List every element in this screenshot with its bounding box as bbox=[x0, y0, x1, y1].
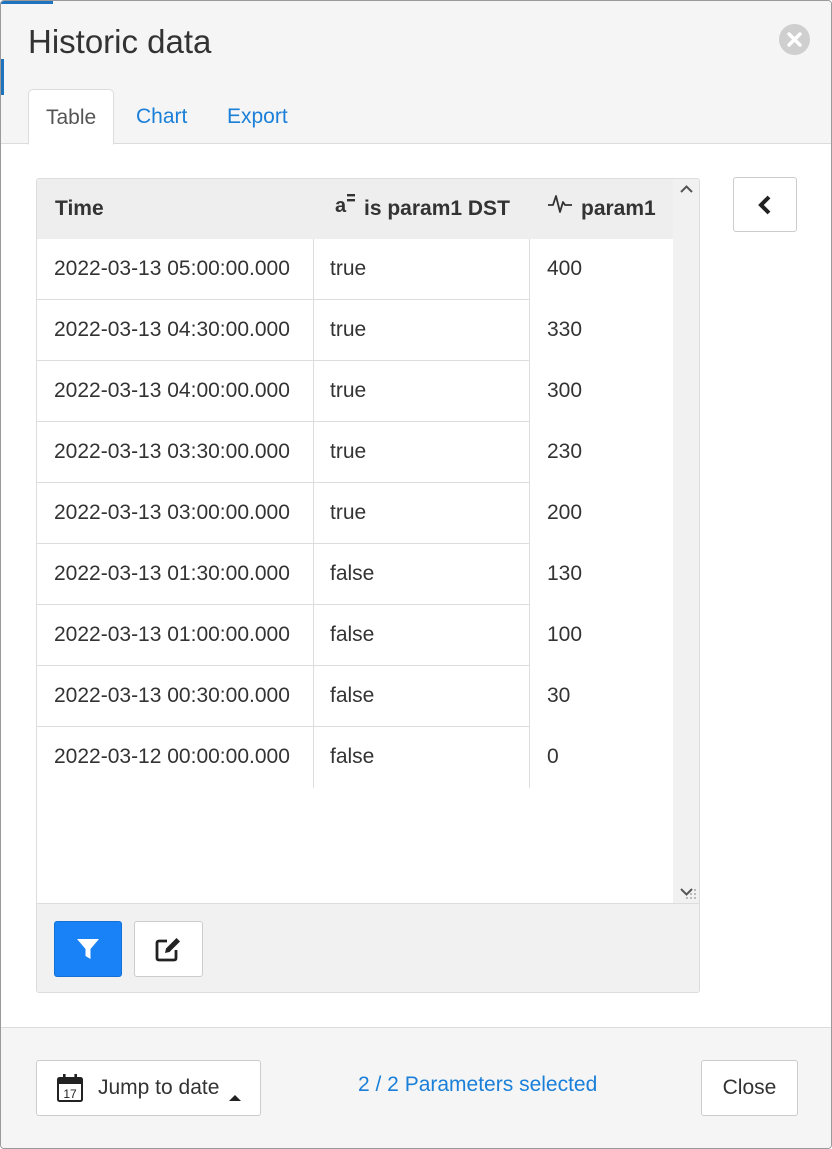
edit-button[interactable] bbox=[134, 921, 203, 977]
cell-time: 2022-03-13 04:00:00.000 bbox=[37, 361, 314, 422]
table-row[interactable]: 2022-03-13 05:00:00.000 true 400 bbox=[37, 239, 673, 300]
grid-toolbar bbox=[37, 903, 699, 992]
cell-value: 330 bbox=[547, 318, 583, 341]
column-header-label: Time bbox=[55, 197, 104, 220]
cell-time: 2022-03-13 04:30:00.000 bbox=[37, 300, 314, 361]
jump-to-date-button[interactable]: 17 Jump to date bbox=[36, 1060, 261, 1116]
close-icon[interactable] bbox=[779, 24, 810, 55]
cell-value: 0 bbox=[547, 745, 559, 768]
accent-strip bbox=[1, 1, 53, 4]
edit-icon bbox=[155, 938, 180, 962]
cell-time: 2022-03-13 03:30:00.000 bbox=[37, 422, 314, 483]
cell-dst: true bbox=[314, 239, 530, 300]
cell-time: 2022-03-13 03:00:00.000 bbox=[37, 483, 314, 544]
cell-time: 2022-03-13 05:00:00.000 bbox=[37, 239, 314, 300]
cell-time: 2022-03-13 01:30:00.000 bbox=[37, 544, 314, 605]
collapse-panel-button[interactable] bbox=[733, 177, 797, 232]
cell-dst: true bbox=[314, 422, 530, 483]
data-grid: Time a is param1 DST param1 2022-03-13 0… bbox=[36, 178, 700, 993]
caret-up-icon bbox=[229, 1084, 241, 1108]
text-value-icon: a bbox=[334, 179, 356, 239]
cell-dst: false bbox=[314, 544, 530, 605]
cell-value: 30 bbox=[547, 684, 571, 707]
signal-waveform-icon bbox=[547, 179, 573, 239]
cell-time: 2022-03-13 01:00:00.000 bbox=[37, 605, 314, 666]
table-row[interactable]: 2022-03-13 04:30:00.000 true 330 bbox=[37, 300, 673, 361]
calendar-icon: 17 bbox=[56, 1073, 84, 1109]
cell-value: 200 bbox=[547, 501, 583, 524]
svg-text:a: a bbox=[335, 195, 347, 215]
dialog-footer: 17 Jump to date 2 / 2 Parameters selecte… bbox=[1, 1027, 831, 1148]
column-header-time[interactable]: Time bbox=[55, 179, 104, 239]
cell-value: 230 bbox=[547, 440, 583, 463]
cell-value: 130 bbox=[547, 562, 583, 585]
cell-dst: false bbox=[314, 666, 530, 727]
dialog-header: Historic data Table Chart Export bbox=[1, 1, 831, 145]
cell-value: 300 bbox=[547, 379, 583, 402]
table-row[interactable]: 2022-03-13 04:00:00.000 true 300 bbox=[37, 361, 673, 422]
cell-value: 100 bbox=[547, 623, 583, 646]
close-button[interactable]: Close bbox=[701, 1060, 798, 1116]
jump-to-date-label: Jump to date bbox=[98, 1076, 220, 1099]
grid-header: Time a is param1 DST param1 bbox=[37, 179, 673, 239]
column-header-label: is param1 DST bbox=[364, 197, 510, 220]
parameters-selected-link[interactable]: 2 / 2 Parameters selected bbox=[358, 1073, 597, 1097]
cell-value: 400 bbox=[547, 257, 583, 280]
table-row[interactable]: 2022-03-13 01:00:00.000 false 100 bbox=[37, 605, 673, 666]
column-header-label: param1 bbox=[581, 197, 656, 220]
table-row[interactable]: 2022-03-12 00:00:00.000 false 0 bbox=[37, 727, 673, 788]
table-row[interactable]: 2022-03-13 01:30:00.000 false 130 bbox=[37, 544, 673, 605]
table-row[interactable]: 2022-03-13 00:30:00.000 false 30 bbox=[37, 666, 673, 727]
cell-dst: true bbox=[314, 300, 530, 361]
cell-dst: true bbox=[314, 483, 530, 544]
tab-chart[interactable]: Chart bbox=[119, 89, 204, 144]
table-row[interactable]: 2022-03-13 03:00:00.000 true 200 bbox=[37, 483, 673, 544]
cell-time: 2022-03-13 00:30:00.000 bbox=[37, 666, 314, 727]
filter-button[interactable] bbox=[54, 921, 122, 977]
cell-dst: true bbox=[314, 361, 530, 422]
dialog-title: Historic data bbox=[28, 23, 212, 60]
filter-icon bbox=[77, 939, 99, 959]
vertical-scrollbar[interactable] bbox=[673, 179, 699, 903]
tab-table[interactable]: Table bbox=[28, 89, 115, 145]
resize-grip-icon[interactable] bbox=[681, 887, 699, 903]
table-row[interactable]: 2022-03-13 03:30:00.000 true 230 bbox=[37, 422, 673, 483]
chevron-left-icon bbox=[758, 195, 771, 214]
column-header-param1[interactable]: param1 bbox=[547, 179, 656, 239]
accent-strip-side bbox=[1, 59, 4, 95]
grid-body: 2022-03-13 05:00:00.000 true 400 2022-03… bbox=[37, 239, 673, 788]
cell-dst: false bbox=[314, 605, 530, 666]
tab-export[interactable]: Export bbox=[210, 89, 305, 144]
historic-data-dialog: Historic data Table Chart Export Time a bbox=[0, 0, 832, 1149]
scroll-up-icon[interactable] bbox=[673, 179, 699, 201]
cell-time: 2022-03-12 00:00:00.000 bbox=[37, 727, 314, 788]
cell-dst: false bbox=[314, 727, 530, 788]
column-header-dst[interactable]: a is param1 DST bbox=[334, 179, 510, 239]
calendar-day: 17 bbox=[63, 1087, 77, 1101]
